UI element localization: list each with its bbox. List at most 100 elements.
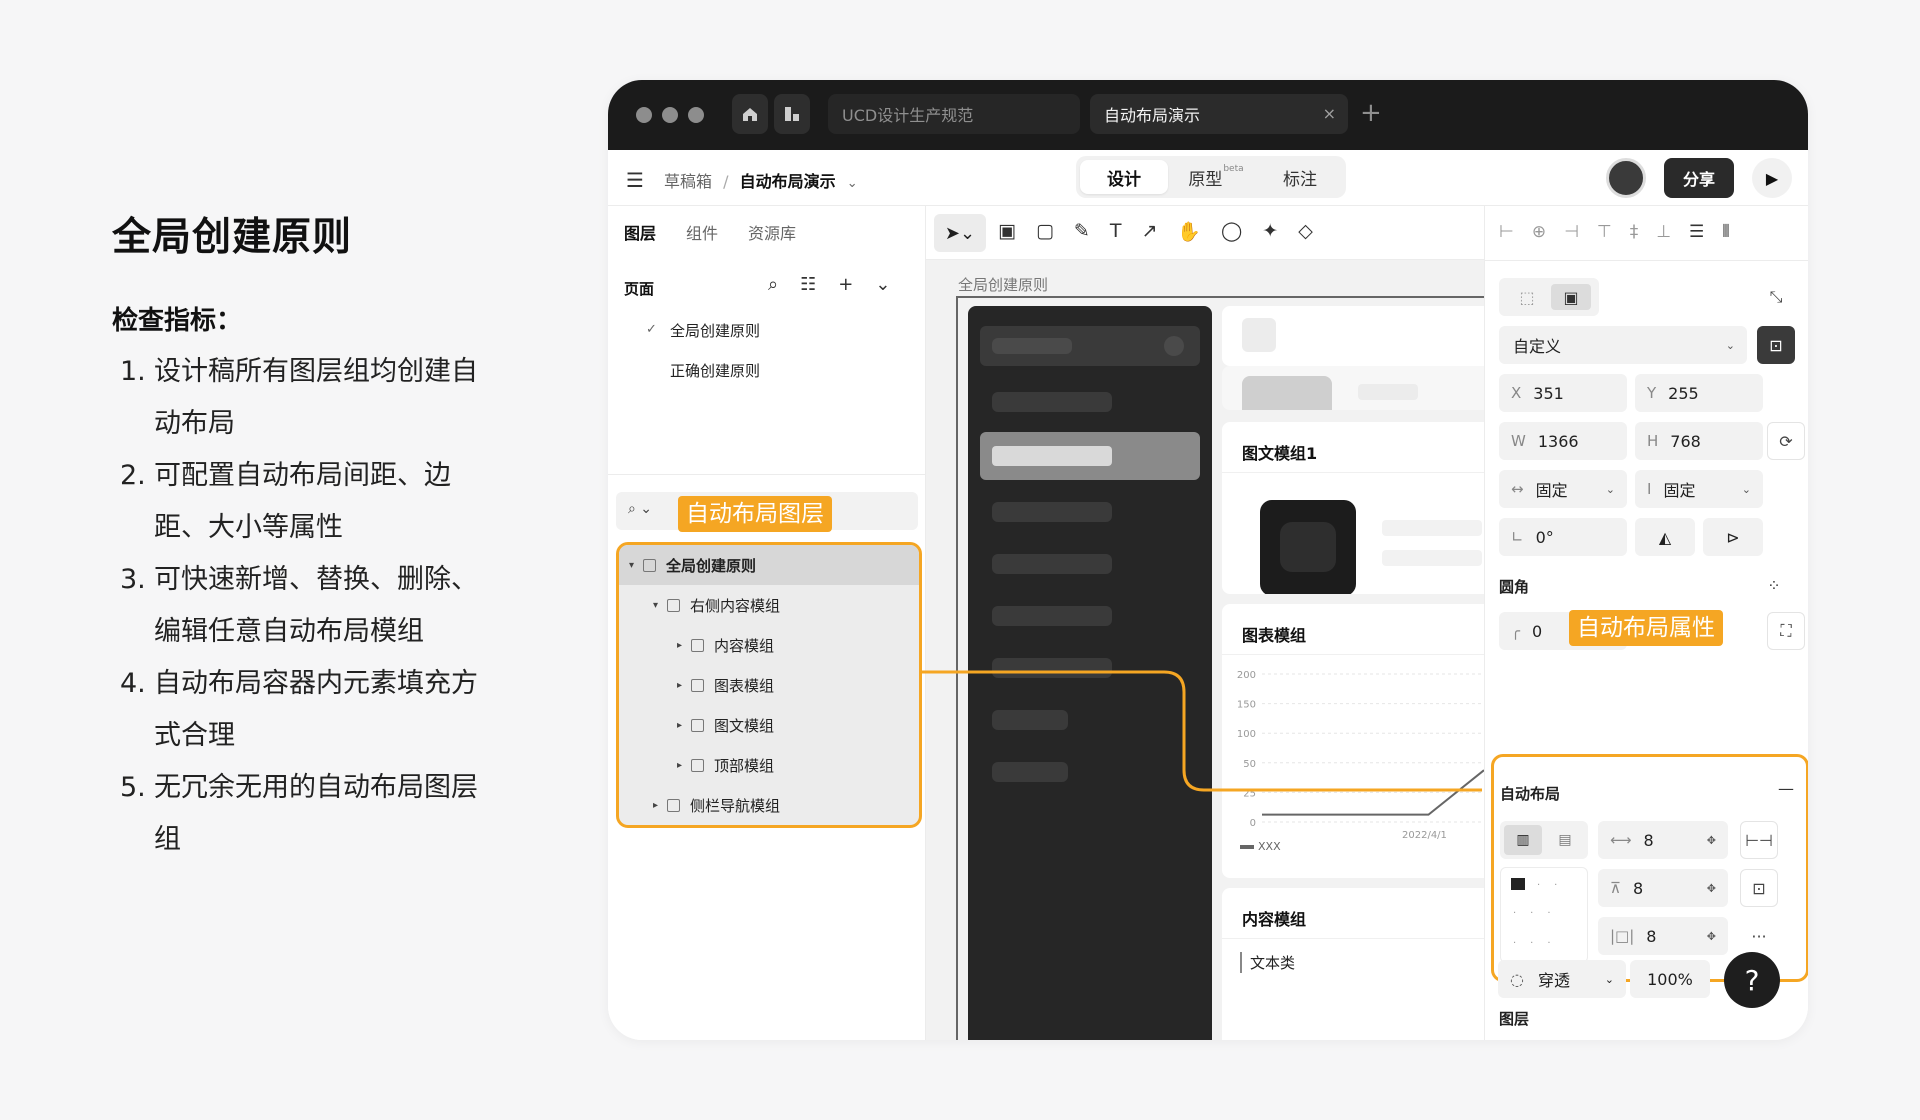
fit-frame-icon[interactable]: ⊡ xyxy=(1757,326,1795,364)
radius-detail-icon[interactable]: ⁘ xyxy=(1755,566,1793,604)
vertical-direction-icon[interactable]: ▤ xyxy=(1546,825,1584,855)
tab-components[interactable]: 组件 xyxy=(686,220,718,244)
text-tool-icon[interactable]: T xyxy=(1110,220,1122,243)
h-field[interactable]: H 768 xyxy=(1635,422,1763,460)
frame-label[interactable]: 全局创建原则 xyxy=(958,274,1048,295)
tab-annotation[interactable]: 标注 xyxy=(1260,160,1340,194)
layer-row[interactable]: ▸ 侧栏导航模组 xyxy=(619,785,919,825)
plugin-tool-icon[interactable]: ✦ xyxy=(1262,220,1278,243)
menu-icon[interactable]: ☰ xyxy=(626,168,644,192)
frame-icon xyxy=(691,718,704,732)
criteria-item: 3. 可快速新增、替换、删除、编辑任意自动布局模组 xyxy=(120,564,478,647)
tab-layers[interactable]: 图层 xyxy=(624,220,656,244)
align-center-icon[interactable]: ⊕ xyxy=(1532,222,1546,242)
distribute-v-icon[interactable]: ☰ xyxy=(1689,222,1704,242)
comment-tool-icon[interactable]: ◯ xyxy=(1221,220,1242,243)
layer-row[interactable]: ▸ 图文模组 xyxy=(619,705,919,745)
y-tick-label: 0 xyxy=(1250,818,1256,829)
blend-mode-select[interactable]: ◌ 穿透 ⌄ xyxy=(1498,960,1626,998)
opacity-field[interactable]: 100% xyxy=(1630,960,1710,998)
y-tick-label: 25 xyxy=(1243,788,1256,799)
panel-tabs: 图层 组件 资源库 xyxy=(624,220,796,244)
frame-icon xyxy=(643,558,656,572)
hand-tool-icon[interactable]: ✋ xyxy=(1177,220,1201,243)
independent-corners-icon[interactable]: ⛶ xyxy=(1767,612,1805,650)
layer-row[interactable]: ▾ 全局创建原则 xyxy=(619,545,919,585)
flip-horizontal-icon[interactable]: ◭ xyxy=(1635,518,1695,556)
distribute-h-icon[interactable]: ⦀ xyxy=(1722,222,1729,242)
y-tick-label: 150 xyxy=(1237,700,1256,711)
vertical-gap-field[interactable]: ⊼ 8 ✥ xyxy=(1598,869,1728,907)
breadcrumb[interactable]: 草稿箱 / 自动布局演示 ⌄ xyxy=(664,168,858,192)
alignment-grid[interactable]: ·· ··· ··· xyxy=(1500,867,1588,963)
chevron-down-icon[interactable]: ⌄ xyxy=(847,176,858,191)
spacing-mode-icon[interactable]: ⊢⊣ xyxy=(1740,821,1778,859)
rotation-field[interactable]: ∟ 0° xyxy=(1499,518,1627,556)
collapse-icon[interactable]: ⤡ xyxy=(1757,278,1795,316)
layer-title: 图层 xyxy=(1499,1010,1530,1028)
height-mode-select[interactable]: I 固定 ⌄ xyxy=(1635,470,1763,508)
sidebar-mock-dot xyxy=(1164,336,1184,356)
home-button[interactable] xyxy=(732,94,768,134)
help-button[interactable]: ? xyxy=(1724,952,1780,1008)
h-gap-icon: ⟷ xyxy=(1610,831,1632,849)
layer-row[interactable]: ▸ 图表模组 xyxy=(619,665,919,705)
layer-row[interactable]: ▸ 顶部模组 xyxy=(619,745,919,785)
frame-type-filled-icon[interactable]: ▣ xyxy=(1551,284,1591,310)
canvas[interactable]: ➤⌄ ▣ ▢ ✎ T ↗ ✋ ◯ ✦ ◇ 全局创建原则 图文模组1 图表模组 2… xyxy=(926,206,1484,1040)
w-field[interactable]: W 1366 xyxy=(1499,422,1627,460)
window-close-dot[interactable] xyxy=(636,107,652,123)
horizontal-gap-field[interactable]: ⟷ 8 ✥ xyxy=(1598,821,1728,859)
page-item-correct[interactable]: 正确创建原则 xyxy=(670,360,760,381)
flip-vertical-icon[interactable]: ⊳ xyxy=(1703,518,1763,556)
component-tool-icon[interactable]: ◇ xyxy=(1298,220,1313,243)
add-page-icon[interactable]: + xyxy=(838,274,853,295)
align-bottom-icon[interactable]: ⊥ xyxy=(1656,222,1671,242)
files-button[interactable] xyxy=(774,94,810,134)
avatar[interactable] xyxy=(1606,158,1646,198)
share-button[interactable]: 分享 xyxy=(1664,158,1734,198)
horizontal-direction-icon[interactable]: ▥ xyxy=(1504,825,1542,855)
pen-tool-icon[interactable]: ✎ xyxy=(1074,220,1090,243)
search-icon[interactable]: ⌕ xyxy=(768,274,778,295)
tab-prototype[interactable]: 原型 beta xyxy=(1176,160,1256,194)
tab-auto-layout-demo[interactable]: 自动布局演示 × xyxy=(1090,94,1348,134)
sort-icon[interactable]: ☷ xyxy=(800,274,816,295)
tab-assets[interactable]: 资源库 xyxy=(748,220,796,244)
connector-tool-icon[interactable]: ↗ xyxy=(1141,220,1157,243)
rectangle-tool-icon[interactable]: ▢ xyxy=(1036,220,1054,243)
align-middle-icon[interactable]: ‡ xyxy=(1630,222,1639,242)
move-tool-icon[interactable]: ➤⌄ xyxy=(934,214,986,252)
layer-row[interactable]: ▸ 内容模组 xyxy=(619,625,919,665)
x-field[interactable]: X 351 xyxy=(1499,374,1627,412)
add-tab-icon[interactable]: + xyxy=(1360,98,1382,128)
chart-card: 图表模组 200 150 100 50 25 0 2022/4/1 XXX xyxy=(1222,604,1484,878)
padding-field[interactable]: |□| 8 ✥ xyxy=(1598,917,1728,955)
window-zoom-dot[interactable] xyxy=(688,107,704,123)
align-top-icon[interactable]: ⊤ xyxy=(1597,222,1612,242)
product-image xyxy=(1260,500,1356,594)
close-tab-icon[interactable]: × xyxy=(1323,104,1336,123)
constrain-proportions-icon[interactable]: ⟳ xyxy=(1767,422,1805,460)
frame-type-outline-icon[interactable]: ⬚ xyxy=(1507,284,1547,310)
sidebar-mock-item xyxy=(992,710,1068,730)
layer-row[interactable]: ▾ 右侧内容模组 xyxy=(619,585,919,625)
window-minimize-dot[interactable] xyxy=(662,107,678,123)
align-right-icon[interactable]: ⊣ xyxy=(1564,222,1579,242)
intro-subtitle: 检查指标： xyxy=(112,306,243,336)
width-mode-select[interactable]: ↔ 固定 ⌄ xyxy=(1499,470,1627,508)
search-icon: ⌕ ⌄ xyxy=(628,501,653,517)
remove-auto-layout-icon[interactable]: — xyxy=(1778,779,1794,798)
padding-mode-icon[interactable]: ⊡ xyxy=(1740,869,1778,907)
sidebar-mock-item xyxy=(992,762,1068,782)
tab-design[interactable]: 设计 xyxy=(1080,160,1168,194)
tab-ucd-spec[interactable]: UCD设计生产规范 xyxy=(828,94,1080,134)
page-item-global[interactable]: 全局创建原则 xyxy=(670,320,760,341)
align-left-icon[interactable]: ⊢ xyxy=(1499,222,1514,242)
preset-select[interactable]: 自定义 ⌄ xyxy=(1499,326,1747,364)
play-icon[interactable]: ▶ xyxy=(1752,158,1792,198)
more-options-icon[interactable]: ··· xyxy=(1740,917,1778,955)
chevron-down-icon[interactable]: ⌄ xyxy=(875,274,890,295)
frame-tool-icon[interactable]: ▣ xyxy=(998,220,1016,243)
y-field[interactable]: Y 255 xyxy=(1635,374,1763,412)
